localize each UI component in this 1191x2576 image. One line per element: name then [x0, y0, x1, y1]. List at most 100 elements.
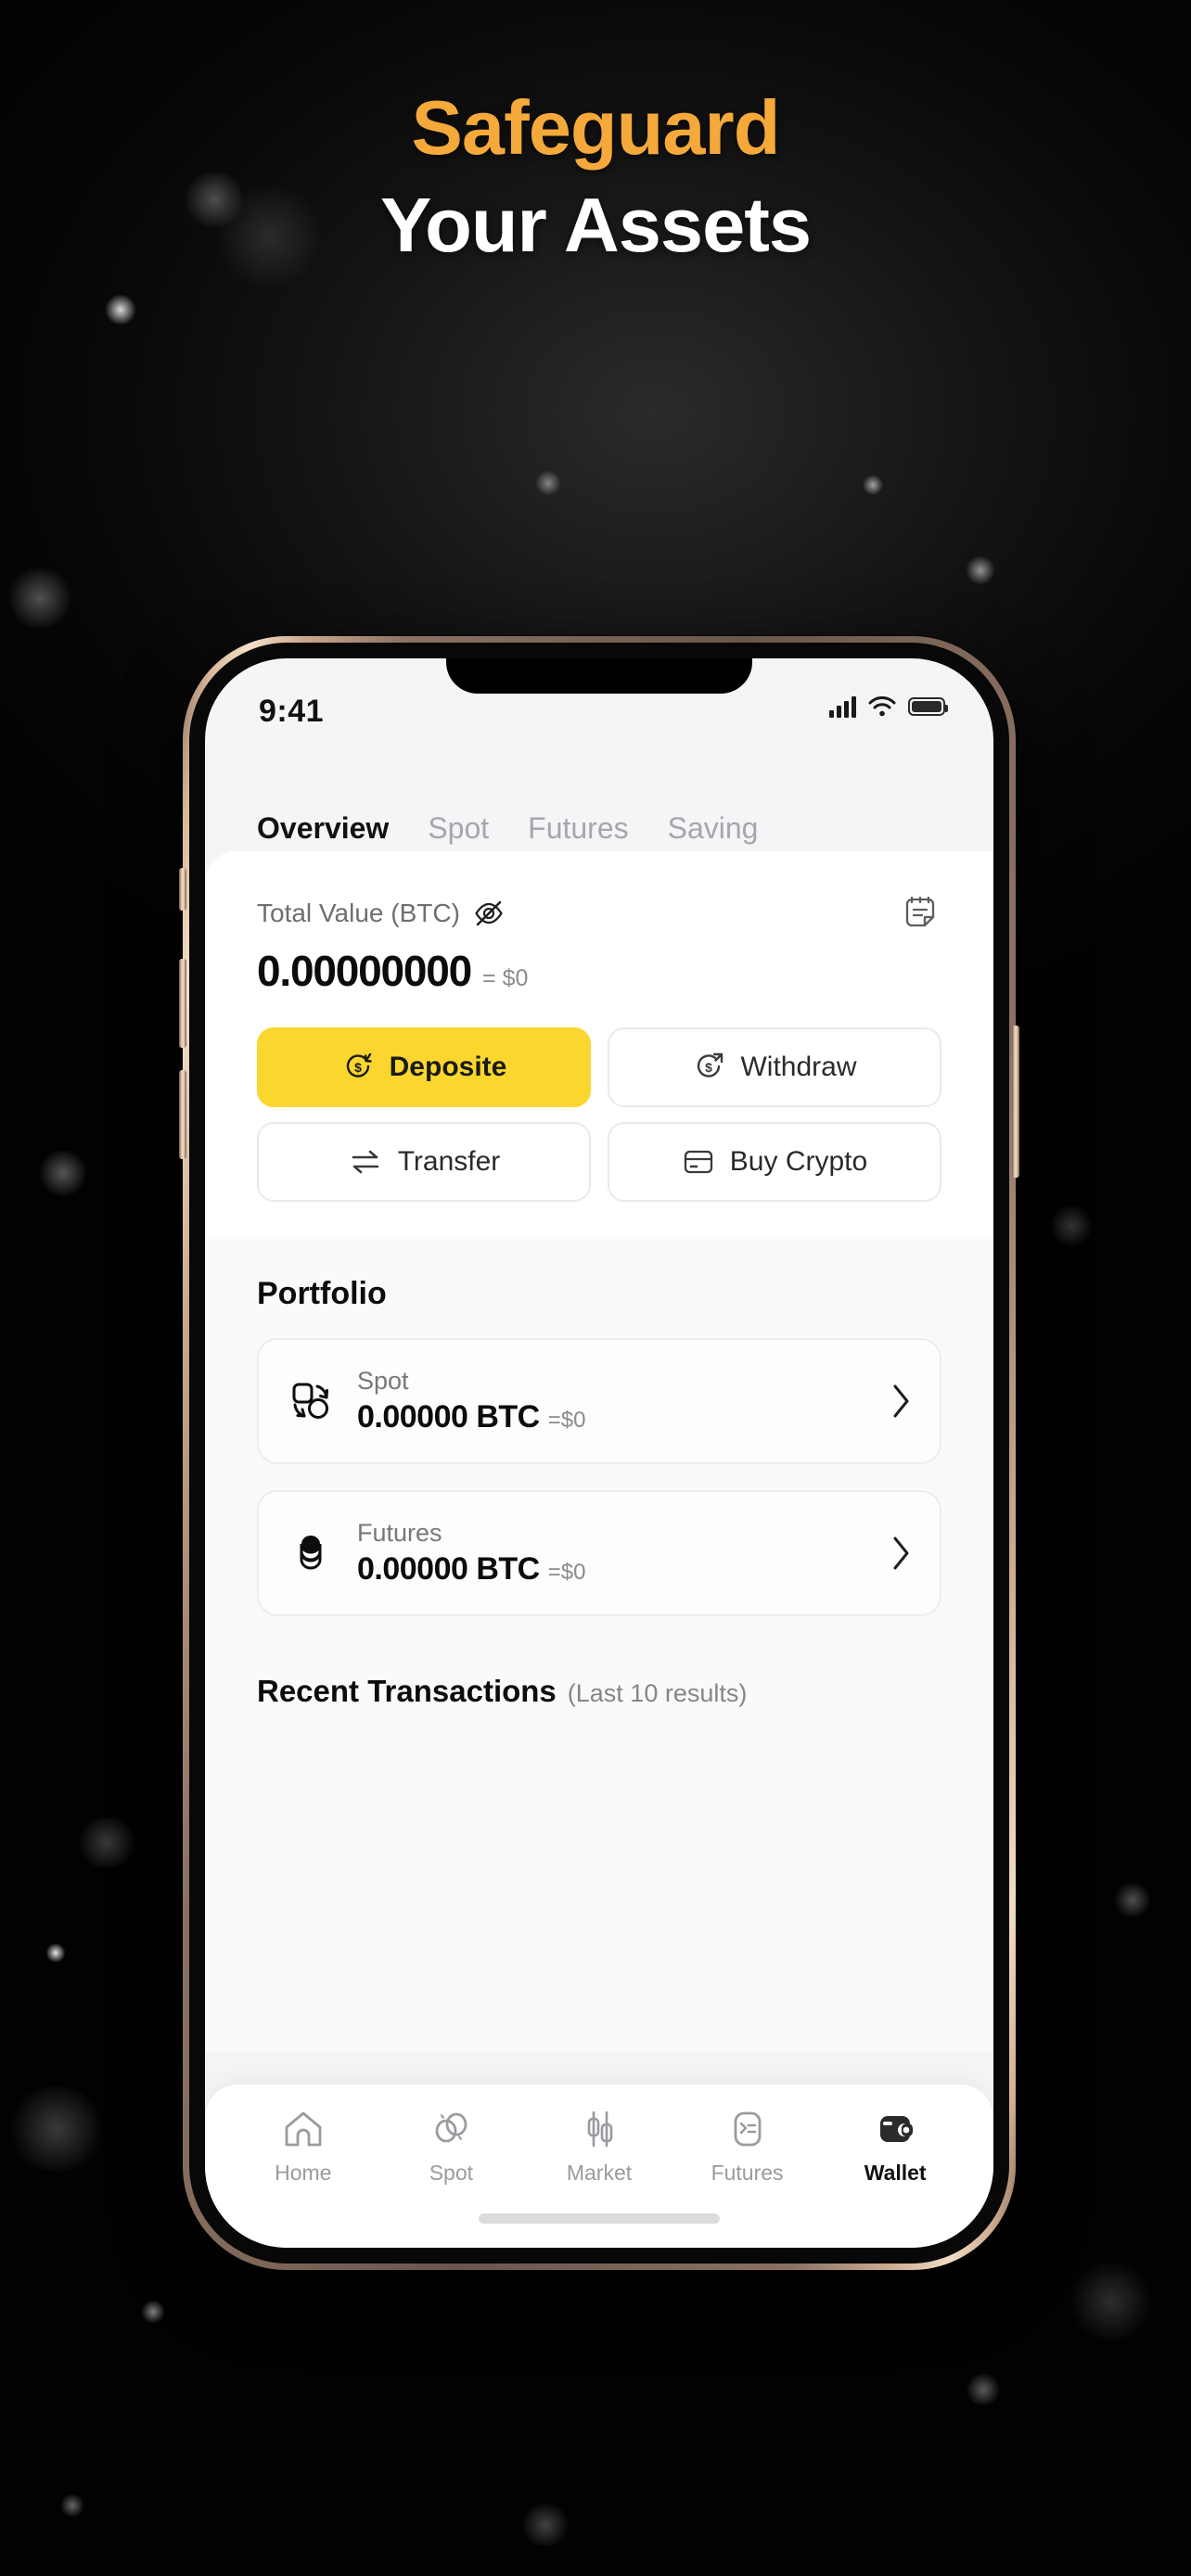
- portfolio-row-name: Futures: [357, 1519, 442, 1548]
- bokeh-particle: [6, 567, 74, 629]
- total-value-label: Total Value (BTC): [257, 899, 460, 927]
- wallet-actions: $ Deposite $ Withdraw Transfer Buy Crypt…: [205, 996, 993, 1239]
- deposit-button[interactable]: $ Deposite: [257, 1027, 591, 1107]
- bokeh-particle: [45, 1943, 67, 1963]
- spot-icon: [435, 2112, 467, 2143]
- transfer-button-label: Transfer: [397, 1146, 501, 1177]
- hero-headline: Safeguard Your Assets: [0, 89, 1191, 263]
- cellular-signal-icon: [829, 695, 856, 718]
- bokeh-particle: [965, 556, 996, 584]
- nav-item-futures[interactable]: Futures: [678, 2109, 817, 2186]
- note-record-icon[interactable]: [899, 892, 941, 935]
- bokeh-particle: [519, 2504, 571, 2546]
- nav-item-spot[interactable]: Spot: [381, 2109, 520, 2186]
- card-icon: [684, 1150, 712, 1174]
- deposit-icon: $: [346, 1052, 372, 1078]
- bokeh-particle: [1113, 1882, 1152, 1918]
- nav-item-spot-label: Spot: [429, 2161, 474, 2185]
- silence-switch[interactable]: [179, 868, 186, 911]
- svg-text:$: $: [354, 1060, 362, 1075]
- portfolio-row-values: 0.00000 BTC =$0: [357, 1399, 867, 1435]
- portfolio-row-values: 0.00000 BTC =$0: [357, 1551, 867, 1588]
- wallet-tabs: Overview Spot Futures Saving: [205, 762, 993, 864]
- nav-item-market[interactable]: Market: [530, 2109, 669, 2186]
- recent-transactions-subtitle: (Last 10 results): [567, 1679, 748, 1707]
- battery-icon: [908, 697, 948, 716]
- volume-up-button[interactable]: [179, 959, 186, 1048]
- wallet-content-sheet: Total Value (BTC) 0.00000000 = $0 $ Depo…: [205, 851, 993, 2052]
- bokeh-particle: [534, 471, 562, 495]
- futures-coins-icon: [300, 1536, 322, 1570]
- bokeh-particle: [104, 295, 137, 325]
- withdraw-icon: $: [698, 1052, 724, 1078]
- home-icon: [285, 2111, 322, 2147]
- bokeh-particle: [59, 2494, 85, 2517]
- phone-mockup: 9:41 Overview Spot Futures Saving Total …: [146, 618, 1053, 2298]
- home-indicator[interactable]: [479, 2213, 720, 2224]
- bokeh-particle: [965, 2374, 1002, 2405]
- status-time: 9:41: [259, 694, 325, 729]
- portfolio-row-usd: =$0: [547, 1407, 586, 1433]
- hero-line-1: Safeguard: [411, 84, 781, 171]
- status-icons: [829, 695, 948, 718]
- bokeh-particle: [139, 2300, 167, 2324]
- recent-transactions-list: [205, 1709, 993, 2052]
- nav-item-wallet[interactable]: Wallet: [826, 2109, 965, 2186]
- portfolio-row-spot[interactable]: Spot 0.00000 BTC =$0: [257, 1338, 941, 1464]
- status-bar: 9:41: [205, 658, 993, 762]
- phone-screen: 9:41 Overview Spot Futures Saving Total …: [205, 658, 993, 2248]
- svg-text:$: $: [706, 1060, 713, 1075]
- bokeh-particle: [74, 1817, 139, 1868]
- portfolio-row-texts: Futures 0.00000 BTC =$0: [357, 1519, 867, 1587]
- transfer-icon: [352, 1150, 379, 1174]
- power-button[interactable]: [1012, 1026, 1019, 1178]
- bokeh-particle: [861, 475, 885, 495]
- wifi-icon: [868, 696, 896, 717]
- futures-list-icon: [734, 2111, 761, 2147]
- withdraw-button[interactable]: $ Withdraw: [608, 1027, 941, 1107]
- tab-overview-label: Overview: [257, 811, 390, 845]
- portfolio-row-value: 0.00000 BTC: [357, 1398, 540, 1435]
- portfolio-row-name: Spot: [357, 1367, 409, 1396]
- tab-saving[interactable]: Saving: [668, 811, 759, 851]
- balance-label-group: Total Value (BTC): [257, 899, 505, 928]
- portfolio-title: Portfolio: [257, 1276, 387, 1311]
- portfolio-row-texts: Spot 0.00000 BTC =$0: [357, 1367, 867, 1435]
- balance-header-row: Total Value (BTC): [257, 892, 941, 935]
- bokeh-particle: [6, 2086, 108, 2172]
- notch: [446, 658, 752, 694]
- buy-crypto-button[interactable]: Buy Crypto: [608, 1122, 941, 1202]
- bokeh-particle: [1067, 2263, 1156, 2340]
- total-balance-section: Total Value (BTC) 0.00000000 = $0: [205, 851, 993, 996]
- buy-crypto-button-label: Buy Crypto: [729, 1146, 868, 1177]
- portfolio-section: Portfolio Spot 0.00000 BTC =$0 Futures 0…: [205, 1239, 993, 1648]
- chevron-right-icon: [893, 1384, 909, 1418]
- bokeh-particle: [1048, 1205, 1095, 1246]
- balance-usd-equivalent: = $0: [482, 965, 529, 991]
- recent-transactions-title: Recent Transactions: [257, 1674, 557, 1708]
- balance-amount: 0.00000000: [257, 947, 472, 995]
- eye-off-icon[interactable]: [473, 899, 505, 927]
- portfolio-row-value: 0.00000 BTC: [357, 1550, 540, 1587]
- nav-item-market-label: Market: [566, 2161, 633, 2185]
- balance-amount-row: 0.00000000 = $0: [257, 946, 941, 996]
- spot-icon: [292, 1383, 328, 1419]
- tab-overview[interactable]: Overview: [257, 811, 391, 864]
- volume-down-button[interactable]: [179, 1070, 186, 1159]
- chevron-right-icon: [893, 1537, 909, 1570]
- withdraw-button-label: Withdraw: [740, 1052, 857, 1082]
- bokeh-particle: [37, 1150, 89, 1196]
- transfer-button[interactable]: Transfer: [257, 1122, 591, 1202]
- nav-item-wallet-label: Wallet: [864, 2161, 927, 2185]
- bottom-navigation: Home Spot Market Futures Wallet: [205, 2085, 993, 2248]
- wallet-icon: [880, 2116, 914, 2142]
- nav-item-home[interactable]: Home: [234, 2109, 373, 2186]
- deposit-button-label: Deposite: [389, 1052, 507, 1082]
- tab-spot[interactable]: Spot: [428, 811, 489, 851]
- market-candles-icon: [587, 2111, 613, 2148]
- recent-transactions-header: Recent Transactions (Last 10 results): [205, 1648, 993, 1709]
- portfolio-row-usd: =$0: [547, 1559, 586, 1585]
- tab-futures[interactable]: Futures: [528, 811, 628, 851]
- portfolio-row-futures[interactable]: Futures 0.00000 BTC =$0: [257, 1490, 941, 1616]
- nav-item-futures-label: Futures: [711, 2161, 784, 2185]
